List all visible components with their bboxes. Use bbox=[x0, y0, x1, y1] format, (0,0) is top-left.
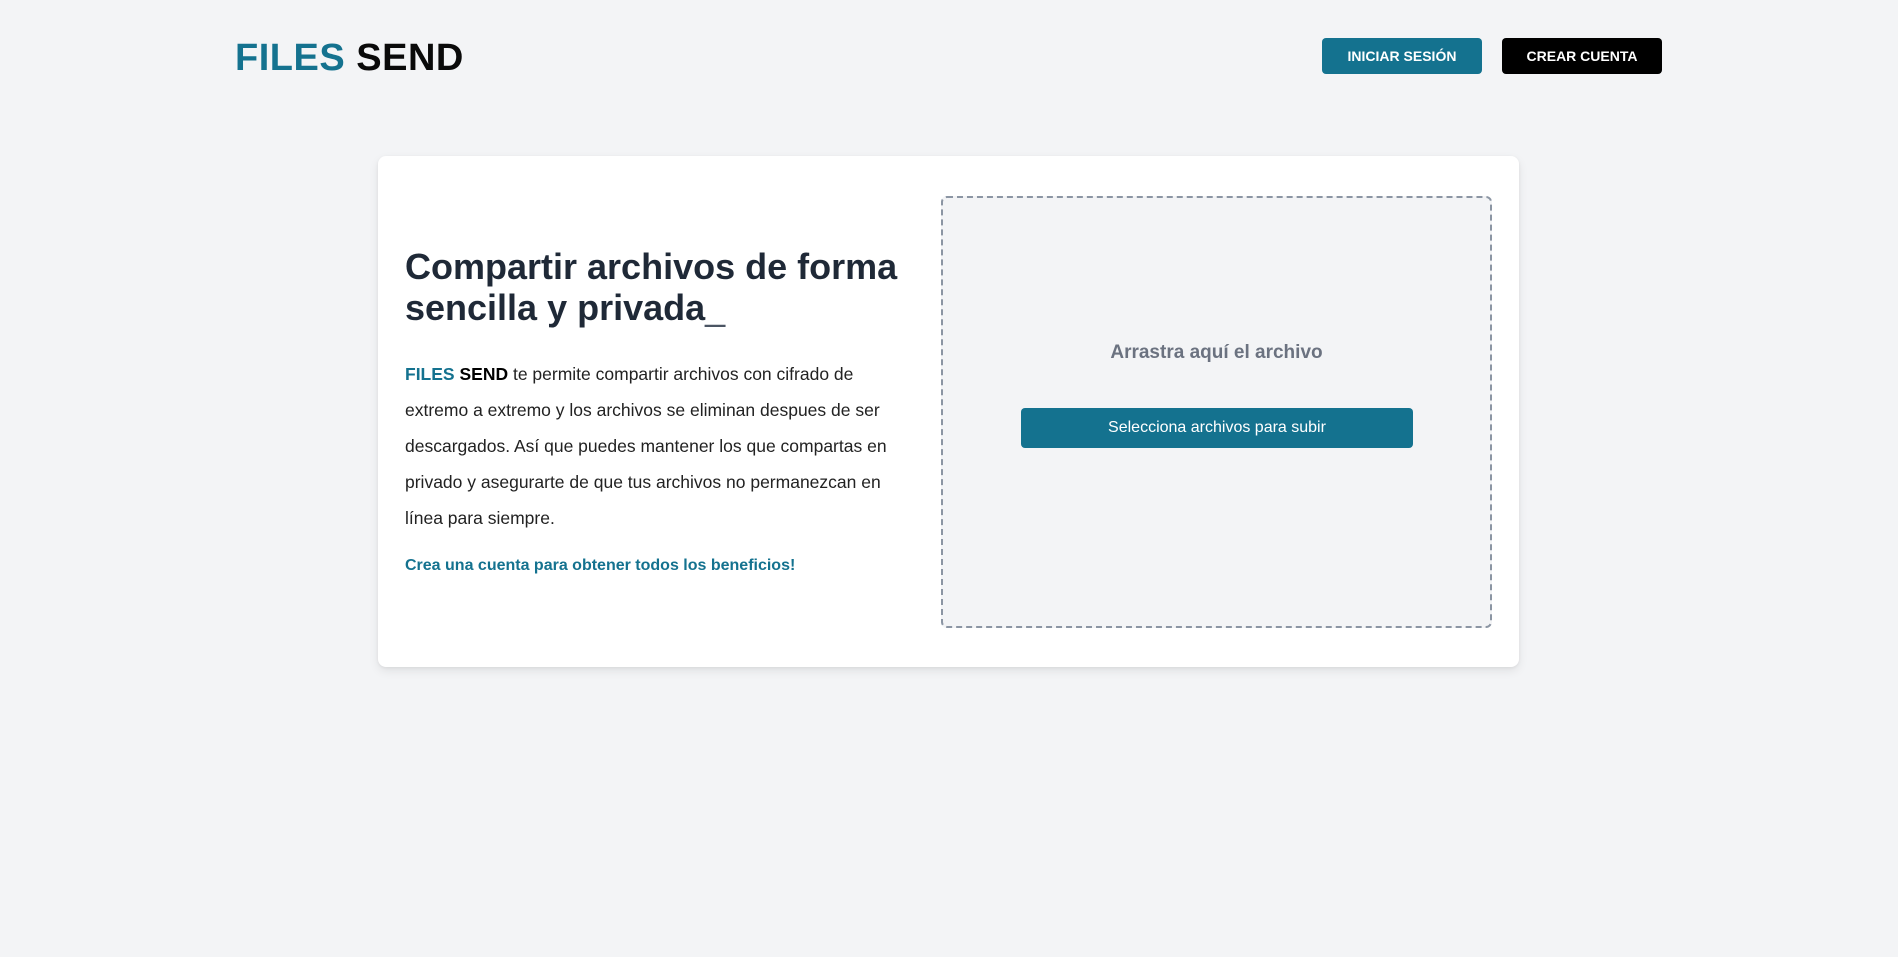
main-card: Compartir archivos de forma sencilla y p… bbox=[378, 156, 1519, 667]
file-dropzone[interactable]: Arrastra aquí el archivo Selecciona arch… bbox=[941, 196, 1492, 628]
create-account-link[interactable]: Crea una cuenta para obtener todos los b… bbox=[405, 557, 795, 575]
typing-cursor: _ bbox=[705, 287, 726, 328]
select-files-button[interactable]: Selecciona archivos para subir bbox=[1021, 408, 1413, 448]
logo-send: SEND bbox=[356, 37, 464, 79]
description-text: te permite compartir archivos con cifrad… bbox=[405, 364, 887, 528]
create-account-button[interactable]: CREAR CUENTA bbox=[1502, 38, 1662, 74]
hero-description: FILES SEND te permite compartir archivos… bbox=[405, 356, 905, 536]
logo[interactable]: FILES SEND bbox=[235, 36, 464, 80]
brand-files: FILES bbox=[405, 364, 455, 384]
brand-send: SEND bbox=[459, 364, 509, 384]
hero-title-text: Compartir archivos de forma sencilla y p… bbox=[405, 246, 898, 328]
site-header: FILES SEND INICIAR SESIÓN CREAR CUENTA bbox=[0, 0, 1898, 112]
logo-files: FILES bbox=[235, 37, 346, 79]
hero-title: Compartir archivos de forma sencilla y p… bbox=[405, 246, 925, 328]
dropzone-label: Arrastra aquí el archivo bbox=[1110, 342, 1323, 363]
login-button[interactable]: INICIAR SESIÓN bbox=[1322, 38, 1482, 74]
